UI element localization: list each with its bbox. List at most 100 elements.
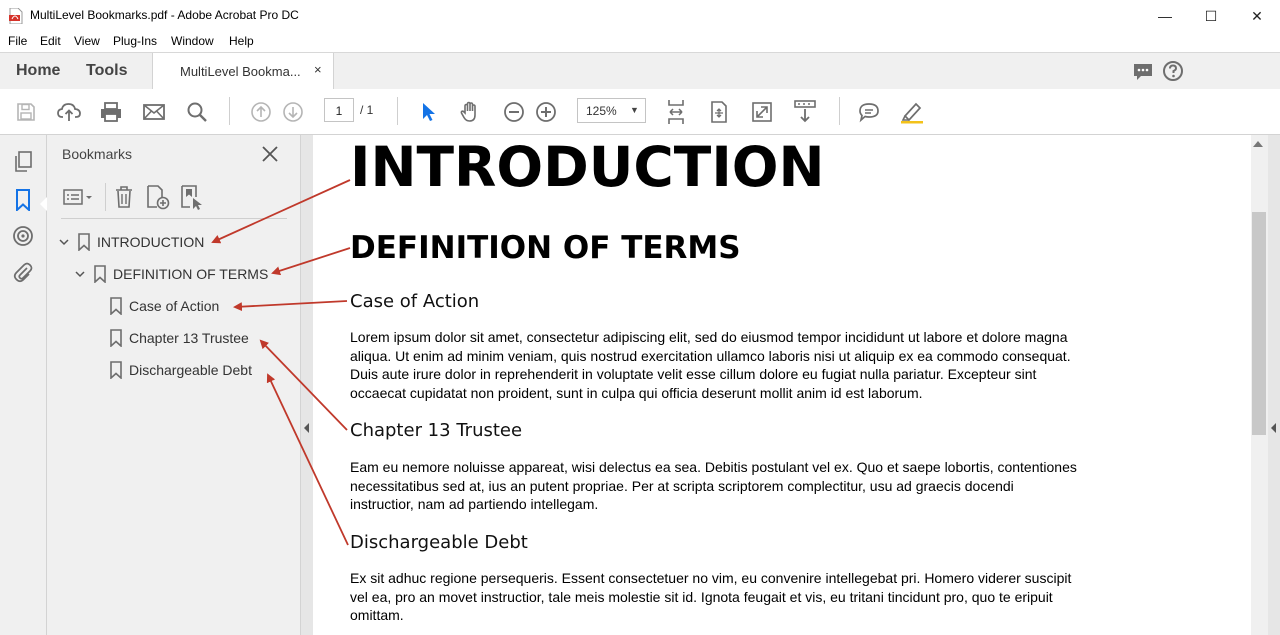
bookmark-label: DEFINITION OF TERMS bbox=[113, 266, 269, 282]
full-screen-icon[interactable] bbox=[749, 99, 775, 125]
document-heading-2: DEFINITION OF TERMS bbox=[350, 230, 741, 266]
bookmark-panel-icon[interactable] bbox=[11, 188, 35, 212]
page-thumbnails-icon[interactable] bbox=[11, 150, 35, 174]
zoom-level-value: 125% bbox=[586, 104, 617, 118]
document-page: INTRODUCTION DEFINITION OF TERMS Case of… bbox=[313, 135, 1251, 635]
paragraph-line: aliqua. Ut enim ad minim veniam, quis no… bbox=[350, 347, 1071, 364]
menu-bar: File Edit View Plug-Ins Window Help bbox=[0, 32, 1280, 52]
layers-target-icon[interactable] bbox=[11, 224, 35, 248]
close-window-button[interactable]: ✕ bbox=[1234, 0, 1280, 32]
comment-icon[interactable] bbox=[1132, 61, 1154, 83]
scroll-mode-icon[interactable] bbox=[792, 99, 818, 125]
bookmark-item[interactable]: Chapter 13 Trustee bbox=[109, 324, 249, 352]
window-title: MultiLevel Bookmarks.pdf - Adobe Acrobat… bbox=[30, 8, 299, 22]
menu-file[interactable]: File bbox=[8, 34, 27, 48]
email-icon[interactable] bbox=[141, 99, 167, 125]
right-panel-handle[interactable] bbox=[1268, 135, 1280, 635]
bookmark-tools bbox=[61, 183, 287, 211]
print-icon[interactable] bbox=[98, 99, 124, 125]
select-cursor-icon[interactable] bbox=[415, 99, 441, 125]
delete-bookmark-icon[interactable] bbox=[113, 185, 135, 209]
new-bookmark-icon[interactable] bbox=[145, 185, 171, 211]
menu-plug-ins[interactable]: Plug-Ins bbox=[113, 34, 157, 48]
bookmark-icon bbox=[109, 361, 123, 380]
cloud-upload-icon[interactable] bbox=[56, 99, 82, 125]
bookmark-options-icon[interactable] bbox=[63, 187, 95, 207]
document-heading-1: INTRODUCTION bbox=[350, 135, 825, 199]
bookmark-label: INTRODUCTION bbox=[97, 234, 205, 250]
menu-help[interactable]: Help bbox=[229, 34, 254, 48]
section-paragraph: Ex sit adhuc regione persequeris. Essent… bbox=[350, 569, 1140, 625]
bookmarks-panel-title: Bookmarks bbox=[62, 146, 133, 162]
page-total: / 1 bbox=[360, 103, 374, 117]
bookmark-label: Case of Action bbox=[129, 298, 220, 314]
paragraph-line: Eam eu nemore noluisse appareat, wisi de… bbox=[350, 459, 1077, 475]
next-page-icon[interactable] bbox=[280, 99, 306, 125]
scrollbar-thumb[interactable] bbox=[1252, 212, 1266, 435]
highlight-pen-icon[interactable] bbox=[899, 99, 925, 125]
menu-view[interactable]: View bbox=[74, 34, 100, 48]
chevron-down-icon[interactable] bbox=[73, 267, 87, 281]
panel-collapse-handle[interactable] bbox=[301, 135, 313, 635]
expand-right-panel-icon[interactable] bbox=[1270, 420, 1278, 433]
menu-window[interactable]: Window bbox=[171, 34, 214, 48]
add-comment-icon[interactable] bbox=[856, 99, 882, 125]
active-panel-pointer bbox=[40, 197, 47, 211]
paragraph-line: Ex sit adhuc regione persequeris. Essent… bbox=[350, 570, 1072, 586]
chevron-down-icon[interactable] bbox=[57, 235, 71, 249]
bookmark-item[interactable]: DEFINITION OF TERMS bbox=[73, 260, 268, 288]
zoom-level-select[interactable]: 125% ▼ bbox=[577, 98, 646, 123]
search-icon[interactable] bbox=[184, 99, 210, 125]
bookmark-icon bbox=[109, 329, 123, 348]
close-tab-button[interactable]: × bbox=[314, 62, 322, 77]
bookmark-label: Chapter 13 Trustee bbox=[129, 330, 249, 346]
maximize-button[interactable]: ☐ bbox=[1188, 0, 1234, 32]
collapse-arrow-icon[interactable] bbox=[303, 420, 311, 433]
tab-tools[interactable]: Tools bbox=[86, 62, 127, 80]
bookmark-icon bbox=[93, 265, 107, 284]
tab-document[interactable]: MultiLevel Bookma... × bbox=[152, 53, 334, 90]
bookmark-item[interactable]: Dischargeable Debt bbox=[109, 356, 252, 384]
zoom-out-icon[interactable] bbox=[501, 99, 527, 125]
section-heading: Case of Action bbox=[350, 291, 480, 312]
section-paragraph: Lorem ipsum dolor sit amet, consectetur … bbox=[350, 328, 1140, 402]
toolbar: 1 / 1 125% ▼ bbox=[0, 89, 1280, 135]
scroll-up-arrow-icon[interactable] bbox=[1253, 140, 1263, 150]
previous-page-icon[interactable] bbox=[248, 99, 274, 125]
section-heading: Dischargeable Debt bbox=[350, 532, 528, 553]
toolbar-divider bbox=[229, 97, 230, 125]
section-paragraph: Eam eu nemore noluisse appareat, wisi de… bbox=[350, 458, 1140, 514]
paragraph-line: necessitatibus sed at, ius an putent pro… bbox=[350, 477, 1014, 494]
tab-bar: Home Tools MultiLevel Bookma... × bbox=[0, 52, 1280, 90]
paragraph-line: Lorem ipsum dolor sit amet, consectetur … bbox=[350, 329, 1068, 345]
paragraph-line: vel ea, pro an movet instructior, tale m… bbox=[350, 588, 1053, 605]
fit-width-icon[interactable] bbox=[663, 99, 689, 125]
bookmark-item[interactable]: INTRODUCTION bbox=[57, 228, 204, 256]
rotate-page-icon[interactable] bbox=[706, 99, 732, 125]
bookmarks-panel: Bookmarks INTRODUCTION DEFINITION OF TER… bbox=[47, 135, 301, 635]
bookmark-from-selection-icon[interactable] bbox=[179, 185, 205, 211]
close-panel-icon[interactable] bbox=[260, 144, 280, 164]
divider bbox=[61, 218, 287, 219]
attachment-icon[interactable] bbox=[11, 260, 35, 284]
hand-tool-icon[interactable] bbox=[457, 99, 483, 125]
paragraph-line: omittam. bbox=[350, 607, 404, 623]
paragraph-line: occaecat cupidatat non proident, sunt in… bbox=[350, 384, 923, 401]
toolbar-divider bbox=[105, 183, 106, 211]
page-number-input[interactable]: 1 bbox=[324, 98, 354, 122]
title-bar: MultiLevel Bookmarks.pdf - Adobe Acrobat… bbox=[0, 0, 1280, 32]
bookmark-icon bbox=[109, 297, 123, 316]
chevron-down-icon: ▼ bbox=[630, 105, 639, 115]
toolbar-divider bbox=[397, 97, 398, 125]
save-icon[interactable] bbox=[13, 99, 39, 125]
menu-edit[interactable]: Edit bbox=[40, 34, 61, 48]
minimize-button[interactable]: — bbox=[1142, 0, 1188, 32]
acrobat-pdf-icon bbox=[9, 7, 23, 25]
zoom-in-icon[interactable] bbox=[533, 99, 559, 125]
paragraph-line: instructior, nam ad partiendo intellegam… bbox=[350, 496, 599, 512]
bookmark-icon bbox=[77, 233, 91, 252]
bookmark-item[interactable]: Case of Action bbox=[109, 292, 219, 320]
help-icon[interactable] bbox=[1162, 60, 1184, 82]
tab-home[interactable]: Home bbox=[16, 62, 60, 80]
toolbar-divider bbox=[839, 97, 840, 125]
